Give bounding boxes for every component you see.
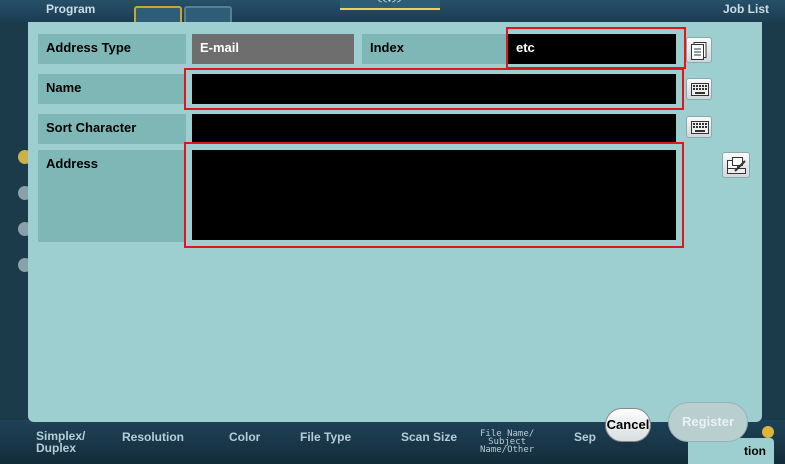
keyboard-icon bbox=[691, 83, 709, 96]
address-register-dialog: Address Type E-mail Index etc Name Sort … bbox=[28, 22, 762, 422]
program-tab[interactable]: Program bbox=[46, 2, 95, 16]
bottom-function-bar: Simplex/ Duplex Resolution Color File Ty… bbox=[0, 420, 785, 464]
index-highlight bbox=[506, 27, 686, 69]
edit-icon bbox=[727, 157, 746, 174]
register-button[interactable]: Register bbox=[668, 402, 748, 442]
sort-character-label-text: Sort Character bbox=[46, 120, 137, 135]
cancel-button[interactable]: Cancel bbox=[605, 408, 651, 442]
top-notch: <<•>> bbox=[340, 0, 440, 10]
address-edit-button[interactable] bbox=[722, 152, 750, 178]
file-name-tab[interactable]: File Name/ Subject Name/Other bbox=[480, 430, 534, 455]
scan-size-tab[interactable]: Scan Size bbox=[401, 431, 457, 443]
status-lamp bbox=[762, 426, 774, 438]
application-tab-label: tion bbox=[744, 444, 766, 458]
address-type-value: E-mail bbox=[200, 40, 240, 55]
name-highlight bbox=[184, 68, 684, 110]
address-label-text: Address bbox=[46, 156, 99, 171]
address-type-label-text: Address Type bbox=[46, 40, 132, 55]
name-label-text: Name bbox=[46, 80, 82, 95]
name-keyboard-button[interactable] bbox=[686, 78, 712, 100]
simplex-duplex-tab[interactable]: Simplex/ Duplex bbox=[36, 430, 85, 454]
color-tab[interactable]: Color bbox=[229, 431, 260, 443]
index-list-button[interactable] bbox=[686, 37, 712, 63]
job-list-tab[interactable]: Job List bbox=[723, 2, 769, 16]
sort-character-field[interactable] bbox=[192, 114, 676, 144]
resolution-tab[interactable]: Resolution bbox=[122, 431, 184, 443]
address-type-field[interactable]: E-mail bbox=[192, 34, 354, 64]
list-icon bbox=[691, 42, 707, 60]
address-type-label: Address Type bbox=[38, 34, 186, 64]
address-highlight bbox=[184, 142, 684, 248]
index-label-text: Index bbox=[370, 40, 404, 55]
file-type-tab[interactable]: File Type bbox=[300, 431, 351, 443]
separate-tab[interactable]: Sep bbox=[574, 431, 596, 443]
sort-character-label: Sort Character bbox=[38, 114, 186, 144]
sort-keyboard-button[interactable] bbox=[686, 116, 712, 138]
index-label: Index bbox=[362, 34, 506, 64]
address-label: Address bbox=[38, 150, 186, 242]
keyboard-icon bbox=[691, 121, 709, 134]
top-marker: <<•>> bbox=[378, 0, 402, 5]
name-label: Name bbox=[38, 74, 186, 104]
